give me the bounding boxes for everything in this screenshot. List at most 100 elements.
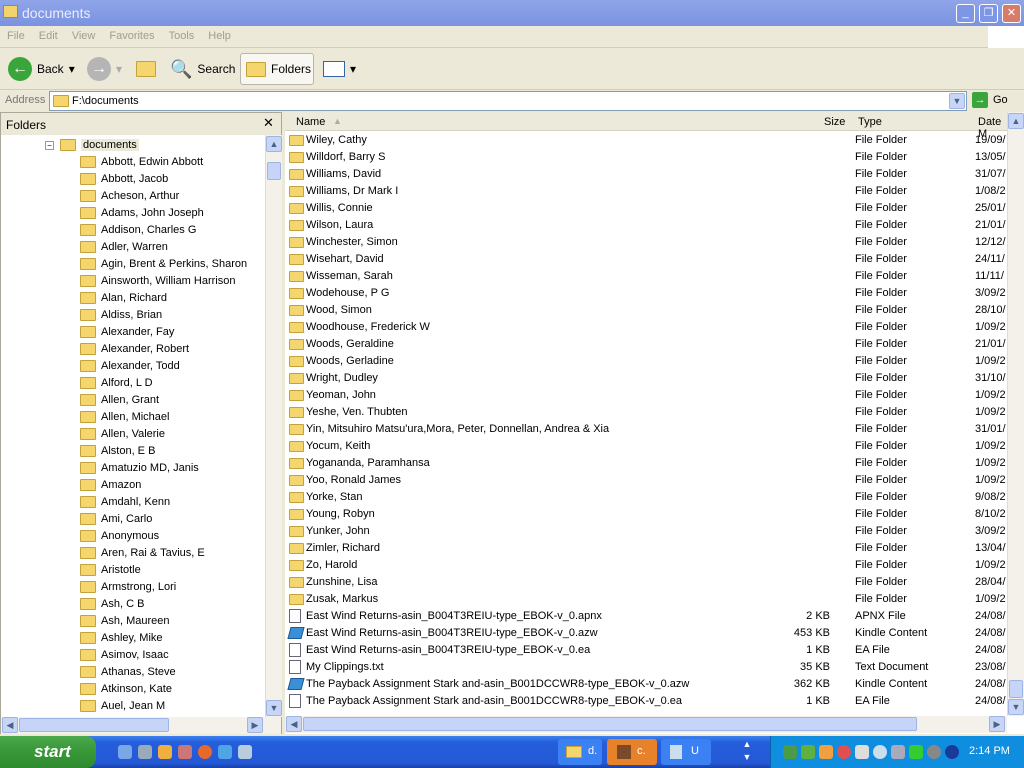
tree-item[interactable]: Ainsworth, William Harrison [80,273,235,290]
file-row[interactable]: Zimler, Richard File Folder 13/04/ [285,540,1007,557]
file-row[interactable]: Yocum, Keith File Folder 1/09/2 [285,438,1007,455]
start-button[interactable]: start [0,736,96,768]
volume-icon[interactable] [927,745,941,759]
file-row[interactable]: Yeshe, Ven. Thubten File Folder 1/09/2 [285,404,1007,421]
search-button[interactable]: 🔍 Search [170,53,235,85]
menu-file[interactable]: File [0,26,32,46]
scroll-left-button[interactable]: ◀ [2,717,18,733]
tray-icon[interactable] [855,745,869,759]
maximize-button[interactable]: ❐ [979,4,998,23]
file-row[interactable]: The Payback Assignment Stark and-asin_B0… [285,676,1007,693]
file-row[interactable]: Wiley, Cathy File Folder 19/09/ [285,132,1007,149]
file-row[interactable]: Willis, Connie File Folder 25/01/ [285,200,1007,217]
tree-item[interactable]: Alexander, Fay [80,324,174,341]
views-button[interactable]: ▾ [323,53,356,85]
quicklaunch-icon[interactable] [118,745,132,759]
file-row[interactable]: Yin, Mitsuhiro Matsu'ura,Mora, Peter, Do… [285,421,1007,438]
tree-item[interactable]: Alford, L D [80,375,153,392]
scroll-down-button[interactable]: ▼ [1008,699,1024,715]
file-row[interactable]: Wilson, Laura File Folder 21/01/ [285,217,1007,234]
quicklaunch-icon[interactable] [238,745,252,759]
scroll-right-button[interactable]: ▶ [989,716,1005,732]
file-row[interactable]: Winchester, Simon File Folder 12/12/ [285,234,1007,251]
file-row[interactable]: Yunker, John File Folder 3/09/2 [285,523,1007,540]
tree-item[interactable]: Ash, C B [80,596,144,613]
menu-edit[interactable]: Edit [32,26,65,46]
file-row[interactable]: Wisehart, David File Folder 24/11/ [285,251,1007,268]
tree-item[interactable]: Asimov, Isaac [80,647,169,664]
scroll-thumb[interactable] [19,718,169,732]
file-row[interactable]: Young, Robyn File Folder 8/10/2 [285,506,1007,523]
list-vertical-scrollbar[interactable]: ▲ ▼ [1007,112,1024,716]
scroll-thumb[interactable] [1009,680,1023,698]
task-u[interactable]: U [661,739,711,765]
back-button[interactable]: ← Back ▾ [8,53,75,85]
file-row[interactable]: East Wind Returns-asin_B004T3REIU-type_E… [285,625,1007,642]
tree-item[interactable]: Adler, Warren [80,239,168,256]
tree-item[interactable]: Auel, Jean M [80,698,165,715]
file-row[interactable]: Wisseman, Sarah File Folder 11/11/ [285,268,1007,285]
tray-icon[interactable] [891,745,905,759]
column-size[interactable]: Size [824,116,845,128]
tree-horizontal-scrollbar[interactable]: ◀ ▶ [1,717,281,734]
tree-item[interactable]: Aren, Rai & Tavius, E [80,545,205,562]
task-scroll-buttons[interactable]: ▲ ▼ [740,738,754,764]
tray-icon[interactable] [819,745,833,759]
tree-item[interactable]: Athanas, Steve [80,664,176,681]
tree-item[interactable]: Alston, E B [80,443,155,460]
scroll-down-button[interactable]: ▼ [266,700,282,716]
file-row[interactable]: Zusak, Markus File Folder 1/09/2 [285,591,1007,608]
quicklaunch-icon[interactable] [178,745,192,759]
address-input[interactable]: F:\documents [49,91,967,111]
scroll-left-button[interactable]: ◀ [286,716,302,732]
tree-item[interactable]: Addison, Charles G [80,222,196,239]
tree-item[interactable]: Allen, Valerie [80,426,165,443]
file-row[interactable]: Williams, Dr Mark I File Folder 1/08/2 [285,183,1007,200]
tray-icon[interactable] [909,745,923,759]
close-pane-icon[interactable]: ✕ [263,115,274,131]
folders-button[interactable]: Folders [240,53,314,85]
tree-item[interactable]: Atkinson, Kate [80,681,172,698]
address-dropdown-button[interactable]: ▼ [949,93,965,109]
file-row[interactable]: Woodhouse, Frederick W File Folder 1/09/2 [285,319,1007,336]
tree-item[interactable]: Ami, Carlo [80,511,152,528]
tree-item[interactable]: Adams, John Joseph [80,205,204,222]
file-row[interactable]: Wodehouse, P G File Folder 3/09/2 [285,285,1007,302]
menu-favorites[interactable]: Favorites [102,26,161,46]
file-row[interactable]: Yogananda, Paramhansa File Folder 1/09/2 [285,455,1007,472]
collapse-icon[interactable]: − [45,141,54,150]
file-row[interactable]: Wright, Dudley File Folder 31/10/ [285,370,1007,387]
tree-item[interactable]: Allen, Michael [80,409,169,426]
file-row[interactable]: Zunshine, Lisa File Folder 28/04/ [285,574,1007,591]
file-row[interactable]: Yorke, Stan File Folder 9/08/2 [285,489,1007,506]
file-row[interactable]: East Wind Returns-asin_B004T3REIU-type_E… [285,608,1007,625]
search-tray-icon[interactable] [873,745,887,759]
go-button[interactable]: → Go [972,92,1008,108]
tree-vertical-scrollbar[interactable]: ▲ ▼ [265,135,282,717]
tree-item[interactable]: Abbott, Jacob [80,171,168,188]
tree-item[interactable]: Aldiss, Brian [80,307,162,324]
file-row[interactable]: Yoo, Ronald James File Folder 1/09/2 [285,472,1007,489]
tree-item[interactable]: Acheson, Arthur [80,188,179,205]
tree-item[interactable]: Armstrong, Lori [80,579,176,596]
file-row[interactable]: Wood, Simon File Folder 28/10/ [285,302,1007,319]
minimize-button[interactable]: _ [956,4,975,23]
scroll-thumb[interactable] [267,162,281,180]
menu-view[interactable]: View [65,26,103,46]
tree-item[interactable]: Ash, Maureen [80,613,169,630]
column-name[interactable]: Name [296,116,325,128]
tree-item[interactable]: Alexander, Todd [80,358,180,375]
scroll-up-button[interactable]: ▲ [266,136,282,152]
firefox-icon[interactable] [198,745,212,759]
ie-icon[interactable] [218,745,232,759]
file-row[interactable]: Woods, Geraldine File Folder 21/01/ [285,336,1007,353]
menu-tools[interactable]: Tools [162,26,202,46]
tree-item[interactable]: Aristotle [80,562,141,579]
file-row[interactable]: The Payback Assignment Stark and-asin_B0… [285,693,1007,710]
task-documents[interactable]: d. [558,739,602,765]
quicklaunch-icon[interactable] [138,745,152,759]
tray-icon[interactable] [837,745,851,759]
file-row[interactable]: Yeoman, John File Folder 1/09/2 [285,387,1007,404]
tree-item[interactable]: Anonymous [80,528,159,545]
tree-item[interactable]: Allen, Grant [80,392,159,409]
